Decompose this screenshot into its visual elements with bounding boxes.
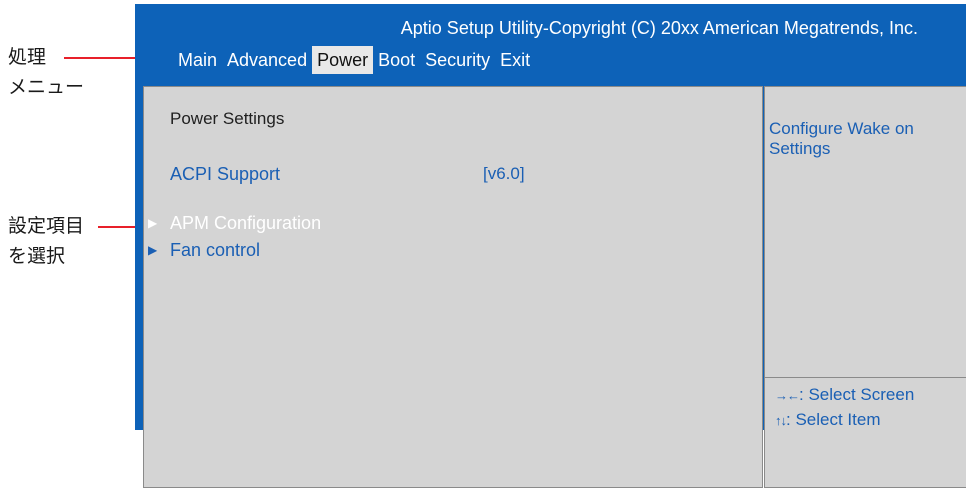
bios-menu-bar: Main Advanced Power Boot Security Exit: [173, 46, 535, 74]
submenu-apm-configuration[interactable]: ▶ APM Configuration: [148, 213, 321, 234]
hint-select-item: ↑↓: Select Item: [775, 410, 880, 430]
hint-select-screen: →←: Select Screen: [775, 385, 914, 405]
help-line-1: Configure Wake on: [769, 119, 914, 138]
bios-title: Aptio Setup Utility-Copyright (C) 20xx A…: [400, 18, 918, 38]
help-description: Configure Wake on Settings: [769, 119, 914, 159]
submenu-arrow-icon: ▶: [148, 216, 158, 230]
help-separator: [765, 377, 966, 378]
annotation-select-label-line2: を選択: [8, 245, 66, 267]
settings-panel: Power Settings ACPI Support [v6.0] ▶ APM …: [143, 86, 763, 488]
help-panel: Configure Wake on Settings →←: Select Sc…: [764, 86, 966, 488]
submenu-fan-control[interactable]: ▶ Fan control: [148, 240, 260, 261]
submenu-arrow-icon: ▶: [148, 243, 158, 257]
submenu-apm-configuration-label: APM Configuration: [170, 213, 322, 233]
bios-body: Power Settings ACPI Support [v6.0] ▶ APM …: [135, 76, 966, 488]
left-right-arrows-icon: →←: [775, 388, 800, 403]
menu-tab-advanced[interactable]: Advanced: [222, 46, 312, 74]
hint-select-item-text: : Select Item: [786, 410, 881, 429]
annotation-menu-label: 処理 メニュー: [8, 42, 84, 102]
annotation-select-label-line1: 設定項目: [8, 215, 85, 237]
menu-tab-main[interactable]: Main: [173, 46, 222, 74]
setting-acpi-support-value[interactable]: [v6.0]: [483, 164, 525, 184]
hint-select-screen-text: : Select Screen: [799, 385, 915, 404]
menu-tab-security[interactable]: Security: [420, 46, 495, 74]
annotation-menu-label-line2: メニュー: [8, 76, 85, 98]
up-down-arrows-icon: ↑↓: [775, 413, 787, 428]
menu-tab-boot[interactable]: Boot: [373, 46, 420, 74]
help-line-2: Settings: [769, 139, 831, 158]
annotation-select-label: 設定項目 を選択: [8, 211, 84, 271]
setting-acpi-support[interactable]: ACPI Support: [170, 164, 280, 185]
bios-header: Aptio Setup Utility-Copyright (C) 20xx A…: [135, 4, 966, 76]
menu-tab-power[interactable]: Power: [312, 46, 374, 74]
submenu-fan-control-label: Fan control: [170, 240, 261, 260]
section-title: Power Settings: [170, 109, 285, 128]
menu-tab-exit[interactable]: Exit: [495, 46, 535, 74]
